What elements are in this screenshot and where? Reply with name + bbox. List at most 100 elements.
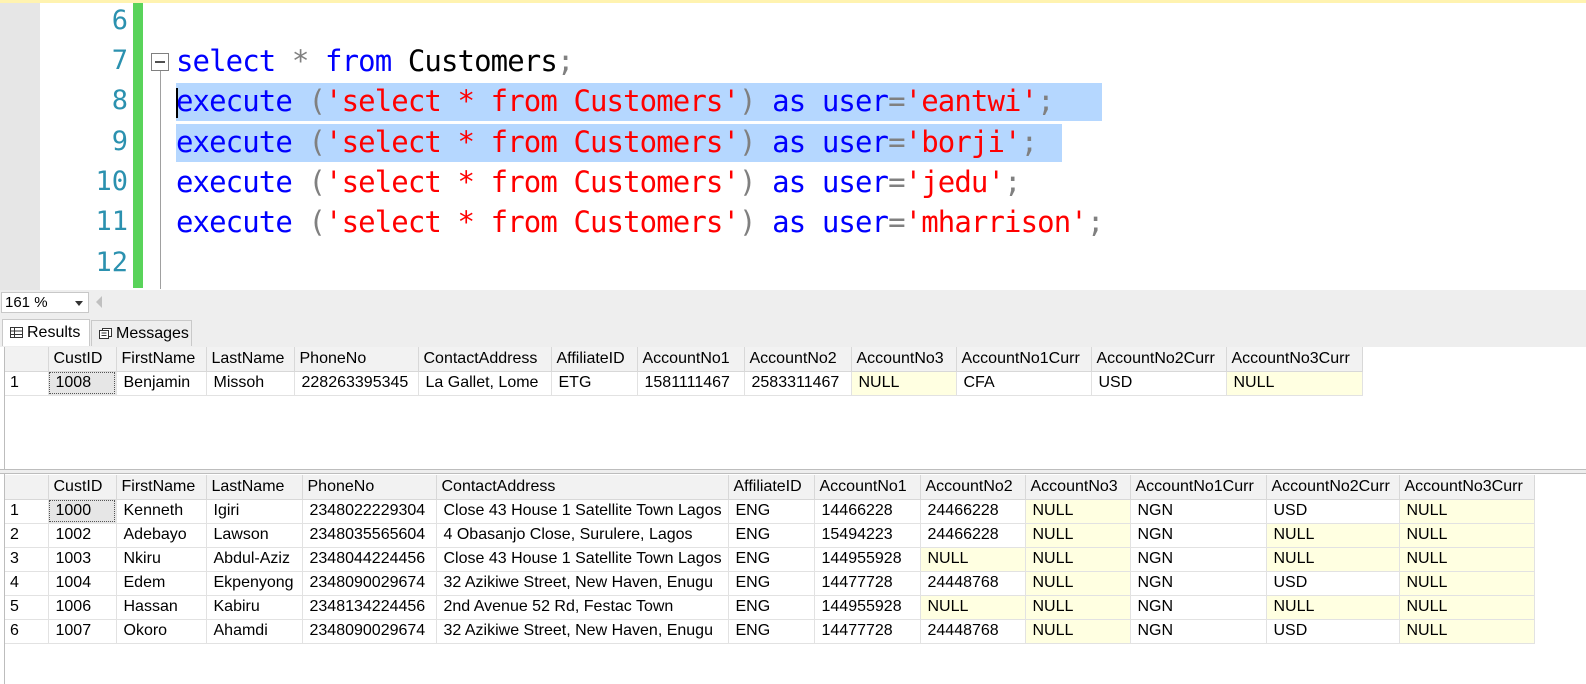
table-cell[interactable]: NULL xyxy=(1266,523,1400,548)
table-cell[interactable]: 24466228 xyxy=(920,523,1026,548)
table-cell[interactable]: 2nd Avenue 52 Rd, Festac Town xyxy=(436,595,729,620)
table-cell[interactable]: NULL xyxy=(1399,595,1535,620)
collapse-toggle-icon[interactable] xyxy=(151,53,169,71)
column-header[interactable]: AccountNo1Curr xyxy=(1130,475,1267,500)
column-header[interactable]: AccountNo1Curr xyxy=(956,347,1092,372)
column-header[interactable]: CustID xyxy=(48,475,117,500)
table-cell[interactable]: ENG xyxy=(728,595,815,620)
table-cell[interactable]: 14477728 xyxy=(814,619,921,644)
table-cell[interactable]: NGN xyxy=(1130,571,1267,596)
table-cell[interactable]: USD xyxy=(1091,371,1227,396)
column-header[interactable]: PhoneNo xyxy=(294,347,419,372)
table-cell[interactable]: Ahamdi xyxy=(206,619,303,644)
column-header[interactable]: AccountNo2Curr xyxy=(1091,347,1227,372)
table-cell[interactable]: 2583311467 xyxy=(744,371,852,396)
table-cell[interactable]: 1000 xyxy=(48,499,117,524)
table-cell[interactable]: 32 Azikiwe Street, New Haven, Enugu xyxy=(436,619,729,644)
column-header[interactable]: AccountNo1 xyxy=(814,475,921,500)
table-cell[interactable]: NULL xyxy=(1025,499,1131,524)
table-cell[interactable]: NGN xyxy=(1130,499,1267,524)
code-line-11[interactable]: 11 execute ('select * from Customers') a… xyxy=(0,202,1586,242)
row-number[interactable]: 5 xyxy=(5,595,49,620)
column-header[interactable]: AccountNo3Curr xyxy=(1399,475,1535,500)
table-cell[interactable]: ENG xyxy=(728,523,815,548)
code-line-12[interactable]: 12 xyxy=(0,243,1586,283)
table-cell[interactable]: ENG xyxy=(728,499,815,524)
table-cell[interactable]: NULL xyxy=(1025,523,1131,548)
table-cell[interactable]: La Gallet, Lome xyxy=(418,371,552,396)
table-cell[interactable]: Missoh xyxy=(206,371,295,396)
table-cell[interactable]: NULL xyxy=(1025,595,1131,620)
table-cell[interactable]: ETG xyxy=(551,371,638,396)
table-cell[interactable]: NULL xyxy=(920,547,1026,572)
results-grid-2[interactable]: CustID FirstName LastName PhoneNo Contac… xyxy=(0,474,1586,684)
table-row[interactable]: 6 1007 Okoro Ahamdi 2348090029674 32 Azikiwe … xyxy=(5,619,1535,644)
table-cell[interactable]: USD xyxy=(1266,499,1400,524)
table-cell[interactable]: 1007 xyxy=(48,619,117,644)
column-header[interactable]: FirstName xyxy=(116,347,207,372)
table-cell[interactable]: NULL xyxy=(1226,371,1363,396)
column-header[interactable]: PhoneNo xyxy=(302,475,437,500)
table-cell[interactable]: NULL xyxy=(1266,547,1400,572)
code-line-7[interactable]: 7 select * from Customers; xyxy=(0,41,1586,81)
code-line-9[interactable]: 9 execute ('select * from Customers') as… xyxy=(0,122,1586,162)
table-cell[interactable]: NULL xyxy=(1399,619,1535,644)
column-header[interactable]: AccountNo3 xyxy=(1025,475,1131,500)
table-cell[interactable]: NULL xyxy=(920,595,1026,620)
table-cell[interactable]: 144955928 xyxy=(814,595,921,620)
tab-messages[interactable]: Messages xyxy=(91,320,192,346)
table-cell[interactable]: Close 43 House 1 Satellite Town Lagos xyxy=(436,547,729,572)
zoom-dropdown[interactable]: 161 % xyxy=(1,292,89,313)
table-cell[interactable]: NGN xyxy=(1130,547,1267,572)
column-header[interactable]: LastName xyxy=(206,347,295,372)
table-cell[interactable]: NGN xyxy=(1130,523,1267,548)
table-cell[interactable]: 24448768 xyxy=(920,571,1026,596)
scroll-left-icon[interactable] xyxy=(96,296,102,308)
table-cell[interactable]: Okoro xyxy=(116,619,207,644)
table-cell[interactable]: 4 Obasanjo Close, Surulere, Lagos xyxy=(436,523,729,548)
table-cell[interactable]: 1006 xyxy=(48,595,117,620)
code-line-10[interactable]: 10 execute ('select * from Customers') a… xyxy=(0,162,1586,202)
table-cell[interactable]: NULL xyxy=(1399,499,1535,524)
table-cell[interactable]: NULL xyxy=(1266,595,1400,620)
table-cell[interactable]: Ekpenyong xyxy=(206,571,303,596)
table-row[interactable]: 1 1008 Benjamin Missoh 228263395345 La Gallet… xyxy=(5,371,1363,396)
row-number[interactable]: 3 xyxy=(5,547,49,572)
table-cell[interactable]: 14466228 xyxy=(814,499,921,524)
table-cell[interactable]: NULL xyxy=(1399,571,1535,596)
column-header[interactable]: ContactAddress xyxy=(436,475,729,500)
table-cell[interactable]: 24448768 xyxy=(920,619,1026,644)
table-cell[interactable]: 32 Azikiwe Street, New Haven, Enugu xyxy=(436,571,729,596)
table-cell[interactable]: 2348090029674 xyxy=(302,619,437,644)
table-cell[interactable]: Nkiru xyxy=(116,547,207,572)
table-cell[interactable]: 2348044224456 xyxy=(302,547,437,572)
results-table-2[interactable]: CustID FirstName LastName PhoneNo Contac… xyxy=(5,475,1535,644)
table-cell[interactable]: NGN xyxy=(1130,619,1267,644)
row-number[interactable]: 2 xyxy=(5,523,49,548)
table-cell[interactable]: Hassan xyxy=(116,595,207,620)
table-cell[interactable]: 24466228 xyxy=(920,499,1026,524)
table-cell[interactable]: ENG xyxy=(728,571,815,596)
table-cell[interactable]: 228263395345 xyxy=(294,371,419,396)
code-line-8[interactable]: 8 execute ('select * from Customers') as… xyxy=(0,81,1586,121)
table-cell[interactable]: 2348022229304 xyxy=(302,499,437,524)
table-cell[interactable]: 144955928 xyxy=(814,547,921,572)
results-grid-1[interactable]: CustID FirstName LastName PhoneNo Contac… xyxy=(0,347,1586,469)
column-header[interactable]: AffiliateID xyxy=(728,475,815,500)
column-header[interactable]: FirstName xyxy=(116,475,207,500)
table-cell[interactable]: NULL xyxy=(1399,547,1535,572)
tab-results[interactable]: Results xyxy=(2,319,90,346)
column-header[interactable]: AccountNo1 xyxy=(637,347,745,372)
table-cell[interactable]: Adebayo xyxy=(116,523,207,548)
table-row[interactable]: 5 1006 Hassan Kabiru 2348134224456 2nd Avenue… xyxy=(5,595,1535,620)
table-cell[interactable]: Kabiru xyxy=(206,595,303,620)
table-cell[interactable]: 2348134224456 xyxy=(302,595,437,620)
table-cell[interactable]: Kenneth xyxy=(116,499,207,524)
table-cell[interactable]: NULL xyxy=(851,371,957,396)
table-cell[interactable]: 15494223 xyxy=(814,523,921,548)
table-cell[interactable]: 1003 xyxy=(48,547,117,572)
column-header[interactable]: ContactAddress xyxy=(418,347,552,372)
table-cell[interactable]: Lawson xyxy=(206,523,303,548)
table-row[interactable]: 4 1004 Edem Ekpenyong 2348090029674 32 Azikiw… xyxy=(5,571,1535,596)
table-cell[interactable]: 14477728 xyxy=(814,571,921,596)
